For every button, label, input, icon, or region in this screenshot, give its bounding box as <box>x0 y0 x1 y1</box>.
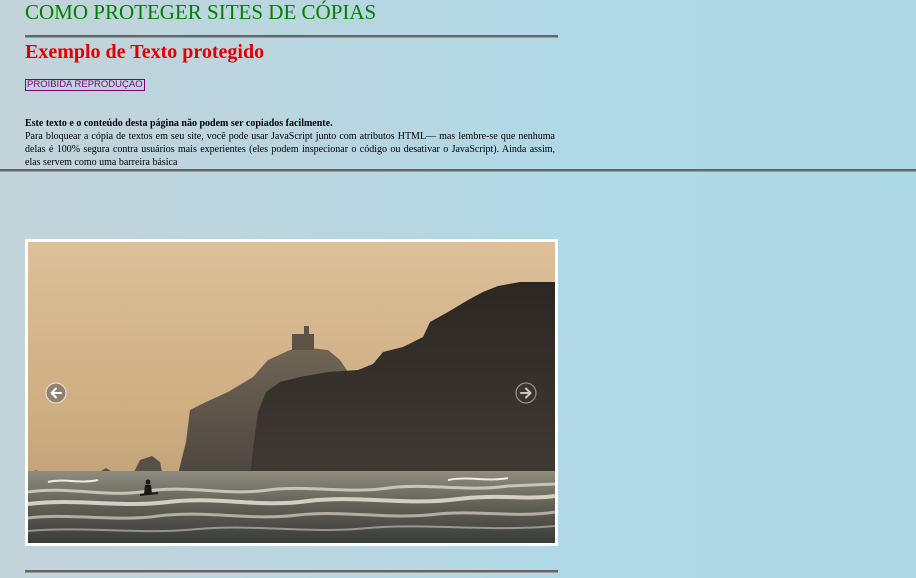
protected-text-lead: Este texto e o conteúdo desta página não… <box>25 118 333 129</box>
section-heading: Exemplo de Texto protegido <box>25 41 265 63</box>
reproduction-prohibited-badge: PROIBIDA REPRODUÇÃO <box>25 79 145 91</box>
arrow-left-circle-icon <box>45 382 67 404</box>
arrow-right-circle-icon <box>515 382 537 404</box>
slider-image-surfer <box>28 242 555 543</box>
title-divider <box>25 35 558 38</box>
bottom-divider <box>25 570 558 573</box>
image-slider[interactable] <box>25 239 558 546</box>
protected-text-block: Este texto e o conteúdo desta página não… <box>25 117 555 169</box>
slider-prev-arrow[interactable] <box>45 382 67 404</box>
protected-text-body: Para bloquear a cópia de textos em seu s… <box>25 131 555 168</box>
full-width-divider <box>0 169 916 172</box>
site-title: COMO PROTEGER SITES DE CÓPIAS <box>25 0 377 24</box>
slider-next-arrow[interactable] <box>515 382 537 404</box>
